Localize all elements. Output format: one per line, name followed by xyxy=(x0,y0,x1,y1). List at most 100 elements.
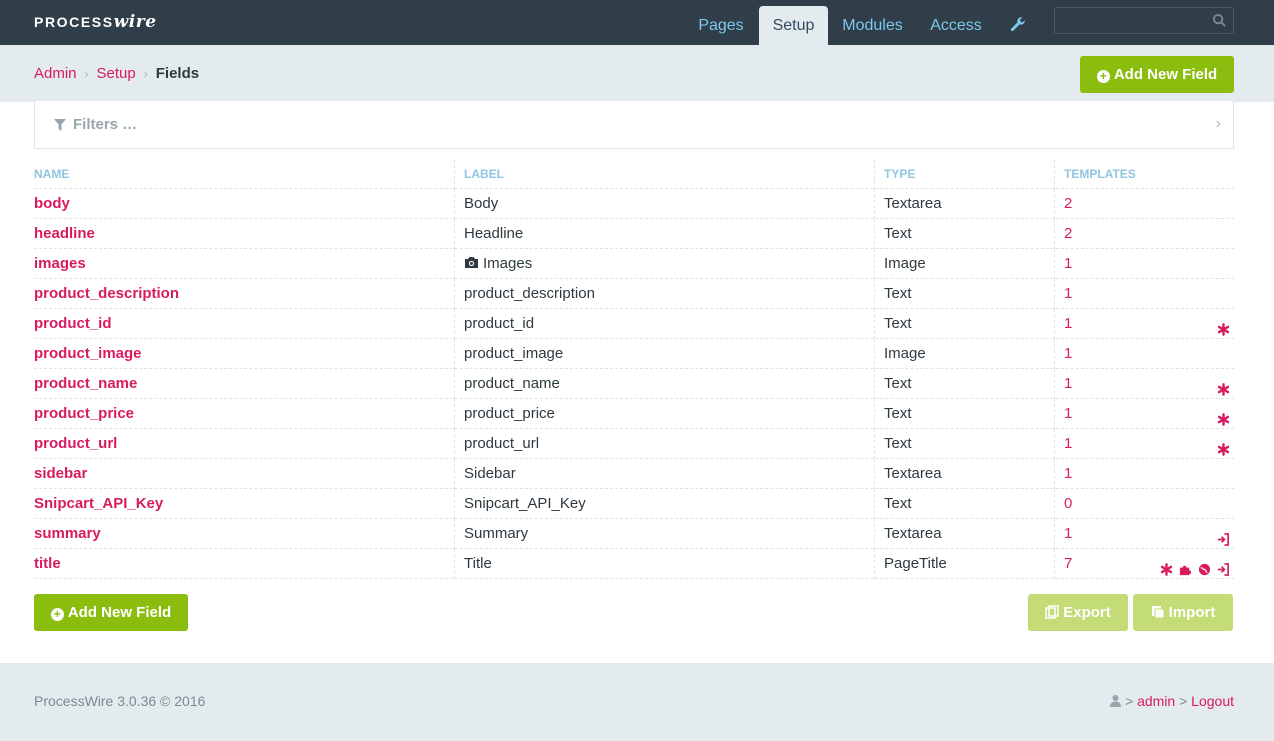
field-templates: 1 xyxy=(1054,399,1234,429)
column-header-name[interactable]: NAME xyxy=(34,160,454,189)
field-templates: 1 xyxy=(1054,459,1234,489)
field-label-text: Summary xyxy=(464,525,529,542)
field-name-link[interactable]: product_image xyxy=(34,339,454,369)
templates-count-link[interactable]: 0 xyxy=(1064,495,1072,512)
field-label: product_description xyxy=(454,279,874,309)
field-label-text: product_id xyxy=(464,315,535,332)
wrench-icon[interactable] xyxy=(1009,16,1027,34)
logo-text-process: PROCESS xyxy=(34,14,114,30)
search-icon[interactable] xyxy=(1212,13,1227,28)
breadcrumb-setup[interactable]: Setup xyxy=(97,65,136,82)
templates-count-link[interactable]: 1 xyxy=(1064,285,1072,302)
import-button[interactable]: Import xyxy=(1133,594,1233,631)
templates-count-link[interactable]: 1 xyxy=(1064,525,1072,542)
field-name-link[interactable]: body xyxy=(34,189,454,219)
camera-icon xyxy=(465,257,478,268)
field-flags xyxy=(1217,437,1230,456)
field-name-link[interactable]: product_description xyxy=(34,279,454,309)
field-name-link[interactable]: title xyxy=(34,549,454,579)
field-name-link[interactable]: sidebar xyxy=(34,459,454,489)
field-label: Headline xyxy=(454,219,874,249)
asterisk-icon xyxy=(1160,557,1173,576)
add-new-field-button-bottom[interactable]: + Add New Field xyxy=(34,594,188,631)
field-label-text: Sidebar xyxy=(464,465,516,482)
field-label: Sidebar xyxy=(454,459,874,489)
field-type: Textarea xyxy=(874,189,1054,219)
table-header-row: NAME LABEL TYPE TEMPLATES xyxy=(34,160,1234,189)
breadcrumb-admin[interactable]: Admin xyxy=(34,65,77,82)
table-row: product_url product_url Text 1 xyxy=(34,429,1234,459)
nav-access[interactable]: Access xyxy=(921,6,991,45)
field-label-text: product_url xyxy=(464,435,540,452)
field-templates: 2 xyxy=(1054,189,1234,219)
field-flags xyxy=(1217,377,1230,396)
puzzle-icon xyxy=(1179,557,1192,576)
table-row: sidebar Sidebar Textarea 1 xyxy=(34,459,1234,489)
table-row: product_name product_name Text 1 xyxy=(34,369,1234,399)
import-label: Import xyxy=(1168,604,1216,621)
breadcrumb-separator-icon: › xyxy=(84,67,89,81)
table-row: images Images Image 1 xyxy=(34,249,1234,279)
processwire-logo[interactable]: PROCESSwire xyxy=(34,12,157,32)
templates-count-link[interactable]: 1 xyxy=(1064,315,1072,332)
field-templates: 1 xyxy=(1054,339,1234,369)
field-name-link[interactable]: product_url xyxy=(34,429,454,459)
field-templates: 1 xyxy=(1054,309,1234,339)
sign-in-icon xyxy=(1217,527,1230,546)
column-header-type[interactable]: TYPE xyxy=(874,160,1054,189)
column-header-templates[interactable]: TEMPLATES xyxy=(1054,160,1234,189)
field-type: Text xyxy=(874,399,1054,429)
field-type: Image xyxy=(874,249,1054,279)
nav-setup[interactable]: Setup xyxy=(759,6,828,45)
field-name-link[interactable]: summary xyxy=(34,519,454,549)
search-input[interactable] xyxy=(1054,7,1234,34)
field-type: Textarea xyxy=(874,459,1054,489)
nav-modules[interactable]: Modules xyxy=(834,6,911,45)
field-name-link[interactable]: headline xyxy=(34,219,454,249)
field-name-link[interactable]: images xyxy=(34,249,454,279)
asterisk-icon xyxy=(1217,437,1230,456)
field-name-link[interactable]: product_price xyxy=(34,399,454,429)
field-type: Text xyxy=(874,369,1054,399)
field-label-text: product_price xyxy=(464,405,555,422)
field-type: Image xyxy=(874,339,1054,369)
field-name-link[interactable]: product_name xyxy=(34,369,454,399)
plus-circle-icon: + xyxy=(50,608,64,621)
top-navbar: PROCESSwire Pages Setup Modules Access xyxy=(0,0,1274,45)
field-templates: 7 xyxy=(1054,549,1234,579)
field-label: Snipcart_API_Key xyxy=(454,489,874,519)
field-name-link[interactable]: Snipcart_API_Key xyxy=(34,489,454,519)
templates-count-link[interactable]: 1 xyxy=(1064,405,1072,422)
templates-count-link[interactable]: 1 xyxy=(1064,435,1072,452)
export-button[interactable]: Export xyxy=(1028,594,1128,631)
logout-link[interactable]: Logout xyxy=(1191,693,1234,709)
field-templates: 0 xyxy=(1054,489,1234,519)
templates-count-link[interactable]: 1 xyxy=(1064,255,1072,272)
column-header-label[interactable]: LABEL xyxy=(454,160,874,189)
field-name-link[interactable]: product_id xyxy=(34,309,454,339)
table-row: title Title PageTitle 7 xyxy=(34,549,1234,579)
field-flags xyxy=(1217,407,1230,426)
table-row: body Body Textarea 2 xyxy=(34,189,1234,219)
templates-count-link[interactable]: 1 xyxy=(1064,345,1072,362)
field-templates: 1 xyxy=(1054,519,1234,549)
filters-panel[interactable]: Filters … › xyxy=(34,101,1234,149)
user-admin-link[interactable]: admin xyxy=(1137,693,1175,709)
nav-pages[interactable]: Pages xyxy=(688,6,754,45)
export-label: Export xyxy=(1063,604,1111,621)
templates-count-link[interactable]: 2 xyxy=(1064,225,1072,242)
breadcrumb-separator-icon: › xyxy=(143,67,148,81)
globe-icon xyxy=(1198,557,1211,576)
templates-count-link[interactable]: 1 xyxy=(1064,465,1072,482)
breadcrumb: Admin › Setup › Fields xyxy=(34,65,199,82)
field-label-text: product_description xyxy=(464,285,595,302)
table-row: product_image product_image Image 1 xyxy=(34,339,1234,369)
field-type: Text xyxy=(874,429,1054,459)
field-label-text: Snipcart_API_Key xyxy=(464,495,586,512)
templates-count-link[interactable]: 7 xyxy=(1064,555,1072,572)
add-new-field-button-top[interactable]: + Add New Field xyxy=(1080,56,1234,93)
chevron-right-icon: › xyxy=(1215,115,1221,132)
field-label-text: product_name xyxy=(464,375,560,392)
templates-count-link[interactable]: 2 xyxy=(1064,195,1072,212)
templates-count-link[interactable]: 1 xyxy=(1064,375,1072,392)
